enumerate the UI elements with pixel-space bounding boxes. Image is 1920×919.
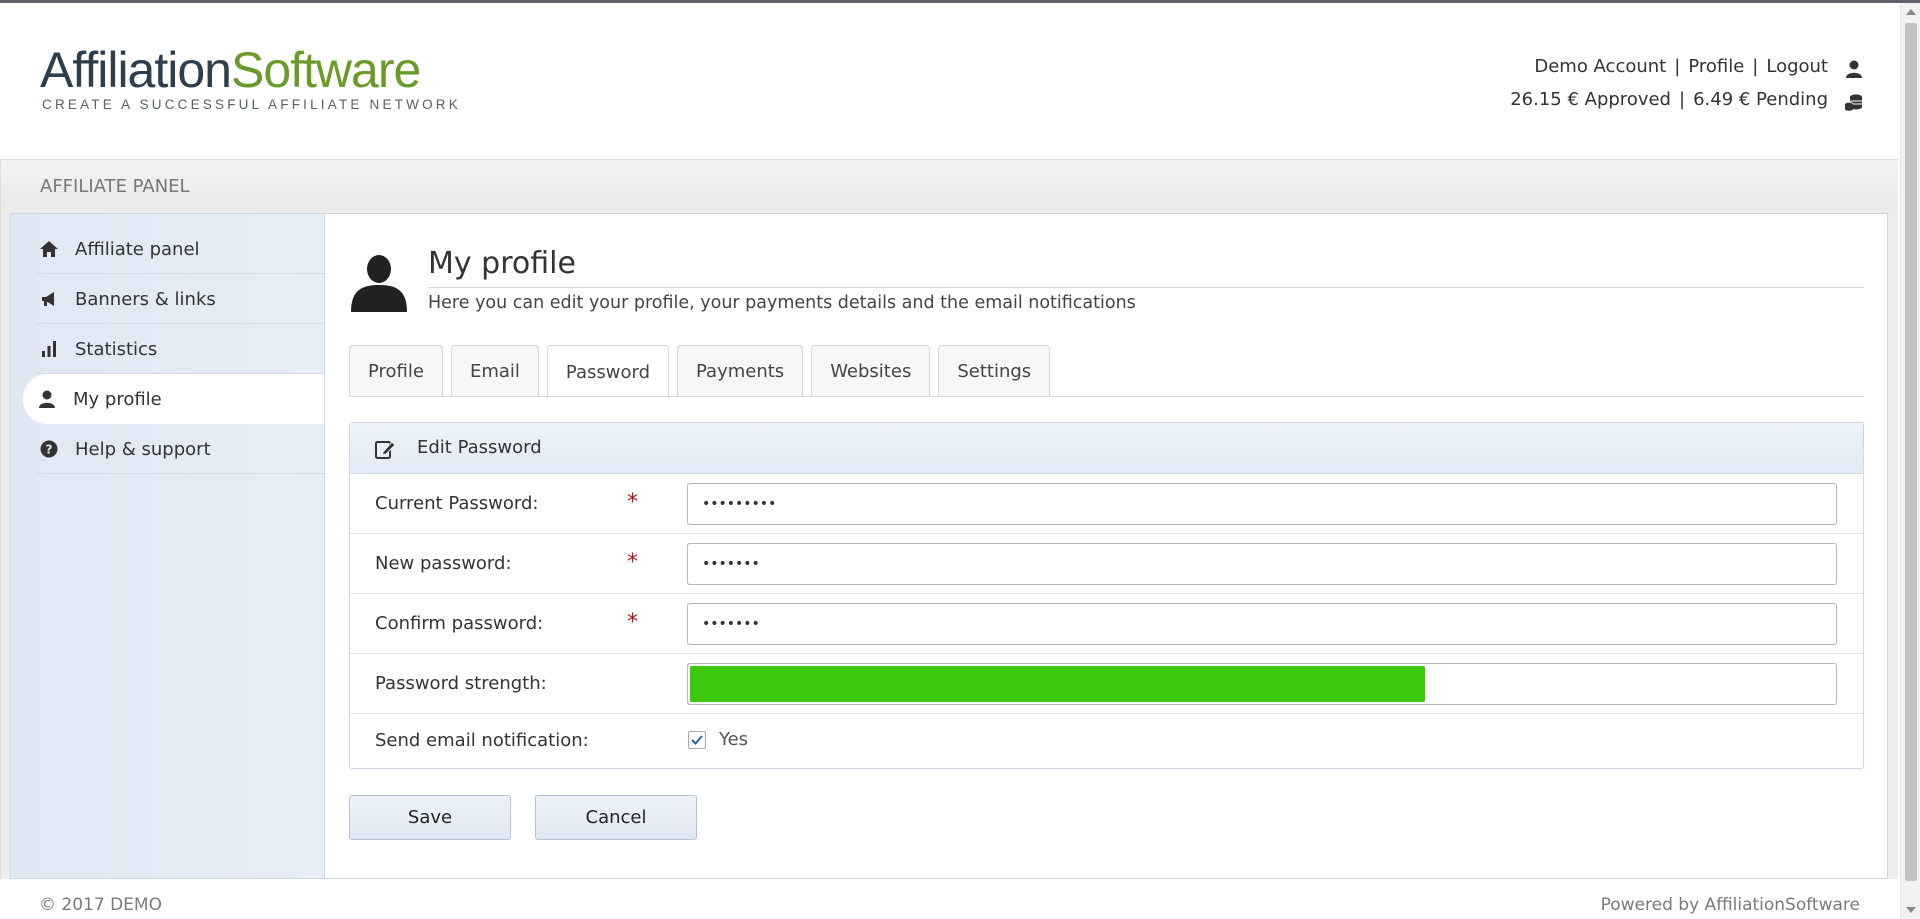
- sidebar-item-banners-links[interactable]: Banners & links: [25, 274, 325, 324]
- tab-payments[interactable]: Payments: [677, 345, 804, 397]
- password-strength-row: Password strength:: [350, 654, 1863, 714]
- edit-icon: [374, 438, 396, 460]
- tab-settings[interactable]: Settings: [938, 345, 1051, 397]
- page-subtitle: Here you can edit your profile, your pay…: [428, 293, 1136, 313]
- profile-avatar-icon: [350, 252, 408, 312]
- title-divider: [428, 287, 1864, 288]
- required-marker: *: [627, 550, 638, 575]
- scroll-up-arrow-icon[interactable]: [1906, 9, 1916, 15]
- logo-text: AffiliationSoftware: [40, 42, 421, 98]
- tab-email[interactable]: Email: [450, 345, 539, 397]
- scrollbar-thumb[interactable]: [1905, 23, 1917, 881]
- logo[interactable]: AffiliationSoftware CREATE A SUCCESSFUL …: [40, 45, 461, 112]
- panel-title: AFFILIATE PANEL: [40, 176, 190, 197]
- user-icon: [37, 389, 57, 409]
- profile-tabs: Profile Email Password Payments Websites…: [349, 345, 1058, 398]
- confirm-password-label: Confirm password:: [375, 613, 544, 634]
- page-title: My profile: [428, 246, 576, 281]
- coins-icon: [1842, 90, 1864, 111]
- new-password-input[interactable]: [687, 543, 1837, 585]
- profile-link[interactable]: Profile: [1688, 50, 1744, 83]
- tab-password[interactable]: Password: [546, 345, 669, 398]
- sidebar-item-statistics[interactable]: Statistics: [25, 324, 325, 374]
- question-icon: ?: [39, 439, 59, 459]
- password-strength-meter: [687, 663, 1837, 705]
- tab-profile[interactable]: Profile: [349, 345, 443, 397]
- save-button[interactable]: Save: [349, 795, 511, 840]
- account-name: Demo Account: [1534, 56, 1667, 77]
- form-heading: Edit Password: [417, 437, 542, 458]
- sidebar-item-help-support[interactable]: ? Help & support: [25, 424, 325, 474]
- bar-chart-icon: [39, 339, 59, 359]
- email-notification-checkbox[interactable]: [688, 731, 706, 749]
- current-password-row: Current Password: *: [350, 474, 1863, 534]
- home-icon: [39, 239, 59, 259]
- sidebar: Affiliate panel Banners & links Statisti…: [10, 213, 325, 879]
- new-password-label: New password:: [375, 553, 512, 574]
- current-password-input[interactable]: [687, 483, 1837, 525]
- tabs-divider: [349, 396, 1864, 397]
- confirm-password-row: Confirm password: *: [350, 594, 1863, 654]
- tab-websites[interactable]: Websites: [811, 345, 931, 397]
- email-notification-label: Send email notification:: [375, 730, 589, 751]
- sidebar-item-label: Banners & links: [75, 288, 216, 310]
- new-password-row: New password: *: [350, 534, 1863, 594]
- email-notification-row: Send email notification: Yes: [350, 714, 1863, 769]
- sidebar-item-label: Help & support: [75, 438, 211, 460]
- password-strength-label: Password strength:: [375, 673, 547, 694]
- footer-powered-by[interactable]: Powered by AffiliationSoftware: [1601, 895, 1860, 915]
- pending-balance: 6.49 € Pending: [1693, 89, 1828, 110]
- account-info: Demo Account | Profile | Logout 26.15 € …: [1510, 50, 1864, 116]
- password-strength-fill: [690, 666, 1425, 702]
- svg-text:?: ?: [46, 443, 53, 457]
- panel-bar: AFFILIATE PANEL: [0, 159, 1898, 209]
- current-password-label: Current Password:: [375, 493, 539, 514]
- form-header: Edit Password: [350, 423, 1863, 474]
- user-icon: [1842, 57, 1864, 78]
- cancel-button[interactable]: Cancel: [535, 795, 697, 840]
- sidebar-item-affiliate-panel[interactable]: Affiliate panel: [25, 224, 325, 274]
- sidebar-item-label: Affiliate panel: [75, 238, 200, 260]
- logout-link[interactable]: Logout: [1766, 50, 1828, 83]
- megaphone-icon: [39, 289, 59, 309]
- edit-password-form: Edit Password Current Password: * New pa…: [349, 422, 1864, 769]
- scroll-down-arrow-icon[interactable]: [1906, 907, 1916, 913]
- logo-tagline: CREATE A SUCCESSFUL AFFILIATE NETWORK: [42, 97, 461, 112]
- confirm-password-input[interactable]: [687, 603, 1837, 645]
- required-marker: *: [627, 490, 638, 515]
- required-marker: *: [627, 610, 638, 635]
- sidebar-item-my-profile[interactable]: My profile: [23, 374, 325, 424]
- email-notification-option[interactable]: Yes: [719, 729, 748, 750]
- footer-copyright: © 2017 DEMO: [39, 895, 162, 915]
- approved-balance: 26.15 € Approved: [1510, 89, 1671, 110]
- header: AffiliationSoftware CREATE A SUCCESSFUL …: [0, 3, 1898, 159]
- sidebar-item-label: My profile: [73, 388, 162, 410]
- vertical-scrollbar[interactable]: [1900, 3, 1920, 919]
- sidebar-item-label: Statistics: [75, 338, 158, 360]
